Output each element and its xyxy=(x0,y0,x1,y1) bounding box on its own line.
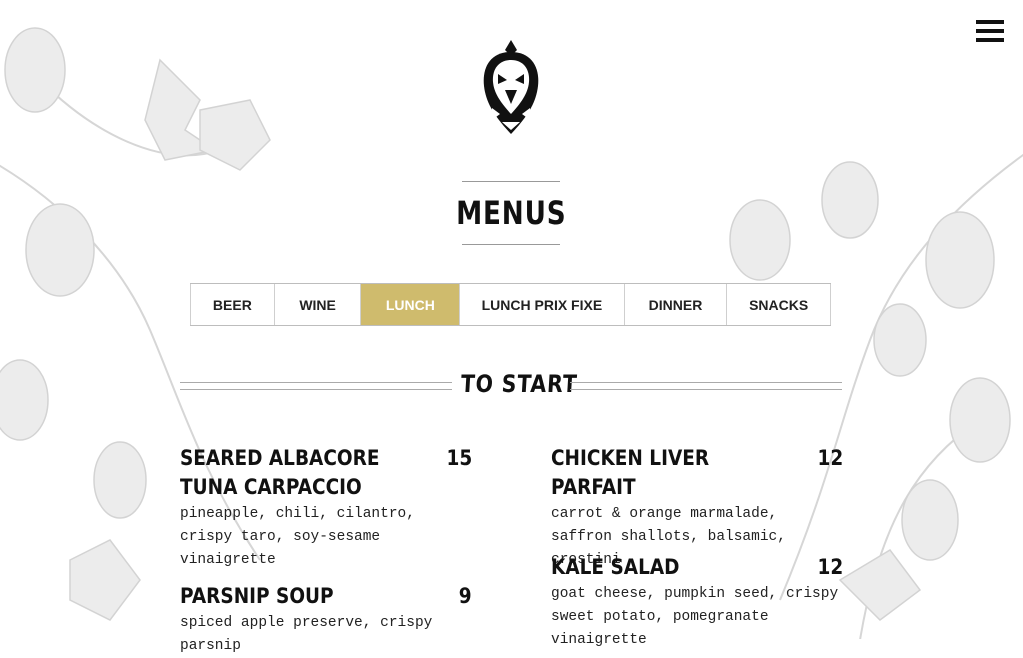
menu-item-price: 12 xyxy=(817,446,843,470)
menu-item-price: 15 xyxy=(446,446,472,470)
tab-wine[interactable]: WINE xyxy=(275,284,362,325)
menu-item: SEARED ALBACORE TUNA CARPACCIO 15 pineap… xyxy=(180,444,472,572)
hamburger-bar xyxy=(976,38,1004,42)
tab-dinner[interactable]: DINNER xyxy=(625,284,728,325)
menu-item-description: goat cheese, pumpkin seed, crispy sweet … xyxy=(551,586,839,648)
menu-item-description: spiced apple preserve, crispy parsnip xyxy=(180,615,433,654)
section-heading: TO START xyxy=(180,368,842,404)
menu-item-price: 9 xyxy=(459,584,472,608)
menu-item: KALE SALAD 12 goat cheese, pumpkin seed,… xyxy=(551,553,843,652)
hamburger-menu-icon[interactable] xyxy=(976,20,1004,42)
menu-item-name: PARSNIP SOUP xyxy=(180,584,334,608)
bison-hop-logo-icon[interactable] xyxy=(478,38,544,138)
menu-item: PARSNIP SOUP 9 spiced apple preserve, cr… xyxy=(180,582,472,658)
tab-beer[interactable]: BEER xyxy=(190,284,275,325)
hamburger-bar xyxy=(976,29,1004,33)
page-title: MENUS xyxy=(455,194,567,232)
menu-item-name: SEARED ALBACORE TUNA CARPACCIO xyxy=(180,446,380,499)
menu-item-price: 12 xyxy=(817,555,843,579)
menu-item-name: KALE SALAD xyxy=(551,555,680,579)
menu-item-description: pineapple, chili, cilantro, crispy taro,… xyxy=(180,506,415,568)
section-heading-label: TO START xyxy=(460,370,579,398)
heading-rule-left xyxy=(180,382,452,390)
hamburger-bar xyxy=(976,20,1004,24)
tab-lunch[interactable]: LUNCH xyxy=(361,284,461,325)
tab-lunch-prix-fixe[interactable]: LUNCH PRIX FIXE xyxy=(460,284,625,325)
tab-snacks[interactable]: SNACKS xyxy=(727,284,831,325)
page-title-block: MENUS xyxy=(456,181,565,245)
menu-tabs: BEER WINE LUNCH LUNCH PRIX FIXE DINNER S… xyxy=(190,283,831,326)
menu-item-name: CHICKEN LIVER PARFAIT xyxy=(551,446,710,499)
heading-rule-right xyxy=(570,382,842,390)
